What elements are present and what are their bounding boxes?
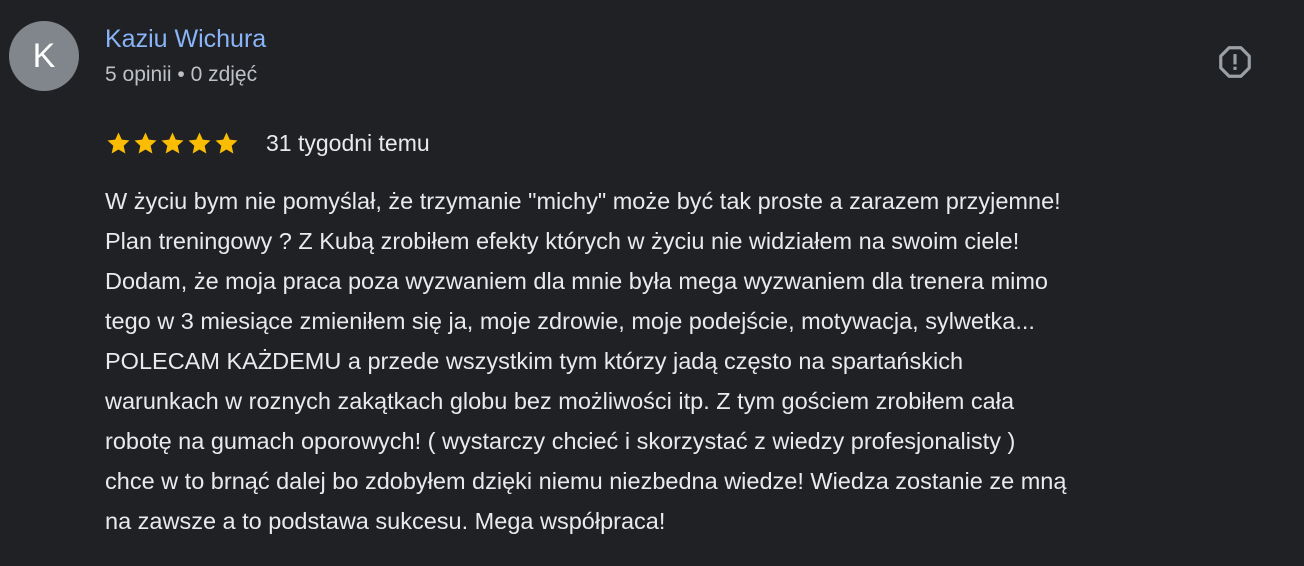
review-card: K Kaziu Wichura 5 opinii • 0 zdjęć 31 ty… xyxy=(0,0,1304,566)
star-icon xyxy=(107,131,130,154)
review-text-line: warunkach w roznych zakątkach globu bez … xyxy=(105,388,1015,414)
report-button[interactable] xyxy=(1213,40,1257,84)
rating-row: 31 tygodni temu xyxy=(105,126,430,160)
avatar[interactable]: K xyxy=(9,21,79,91)
review-text-line: na zawsze a to podstawa sukcesu. Mega ws… xyxy=(105,508,666,534)
review-text-line: Plan treningowy ? Z Kubą zrobiłem efekty… xyxy=(105,228,1020,254)
review-text-line: Dodam, że moja praca poza wyzwaniem dla … xyxy=(105,268,1049,294)
star-icon xyxy=(134,131,157,154)
star-icon xyxy=(161,131,184,154)
review-text: W życiu bym nie pomyślał, że trzymanie "… xyxy=(105,181,1295,541)
star-rating xyxy=(105,130,240,157)
report-icon xyxy=(1219,46,1251,78)
star-icon xyxy=(188,131,211,154)
author-name[interactable]: Kaziu Wichura xyxy=(105,25,266,54)
review-text-line: robotę na gumach oporowych! ( wystarczy … xyxy=(105,428,1016,454)
review-text-line: POLECAM KAŻDEMU a przede wszystkim tym k… xyxy=(105,348,964,374)
avatar-initial: K xyxy=(32,36,56,75)
review-text-line: W życiu bym nie pomyślał, że trzymanie "… xyxy=(105,188,1061,214)
review-text-line: tego w 3 miesiące zmieniłem się ja, moje… xyxy=(105,308,1035,334)
star-icon xyxy=(215,131,238,154)
review-date: 31 tygodni temu xyxy=(266,129,430,156)
author-meta: 5 opinii • 0 zdjęć xyxy=(105,63,258,86)
review-text-line: chce w to brnąć dalej bo zdobyłem dzięki… xyxy=(105,468,1067,494)
